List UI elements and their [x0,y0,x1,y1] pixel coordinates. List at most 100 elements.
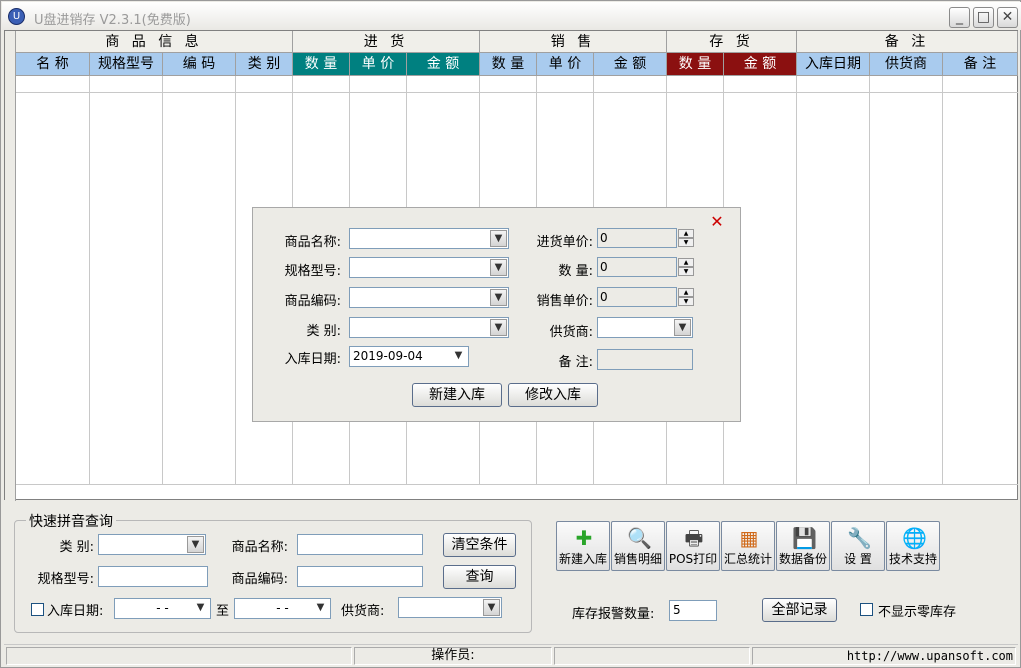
toolbar-button-1[interactable]: 🔍 销售明细 [611,521,665,571]
label-spec: 规格型号: [284,264,341,279]
chevron-down-icon[interactable]: ▼ [674,319,691,336]
q-label-supplier: 供货商: [341,604,385,619]
col-name[interactable]: 名 称 [16,53,90,76]
window-title: U盘进销存 V2.3.1(免费版) [34,13,191,28]
label-category: 类 别: [306,324,341,339]
spin-up-icon[interactable]: ▲ [678,258,694,267]
toolbar-button-2[interactable]: 🖶 POS打印 [666,521,720,571]
status-url[interactable]: http://www.upansoft.com [752,647,1016,665]
spin-up-icon[interactable]: ▲ [678,229,694,238]
spin-down-icon[interactable]: ▼ [678,267,694,276]
chevron-down-icon[interactable]: ▼ [483,599,500,616]
sale-price-spinner[interactable]: 0 ▲ ▼ [597,287,694,307]
chevron-down-icon[interactable]: ▼ [312,600,329,617]
main-window: U U盘进销存 V2.3.1(免费版) _ □ ✕ 商 品 信 息 进 货 销 … [0,0,1021,668]
q-category-combo[interactable]: ▼ [98,534,206,555]
col-sales-amount[interactable]: 金 额 [594,53,667,76]
search-button[interactable]: 查询 [443,565,516,589]
qty-spinner[interactable]: 0 ▲ ▼ [597,257,694,277]
wrench-icon: 🔧 [847,526,872,550]
q-label-date: 入库日期: [47,604,104,619]
quick-query-legend: 快速拼音查询 [26,511,116,531]
col-category[interactable]: 类 别 [236,53,293,76]
col-date[interactable]: 入库日期 [797,53,870,76]
label-in-price: 进货单价: [536,235,593,250]
group-header-remark: 备 注 [797,31,1018,53]
edit-stock-in-button[interactable]: 修改入库 [508,383,598,407]
q-label-category: 类 别: [59,540,94,555]
clear-conditions-button[interactable]: 清空条件 [443,533,516,557]
remark-field[interactable] [597,349,693,370]
toolbar-button-3[interactable]: ▦ 汇总统计 [721,521,775,571]
q-label-spec: 规格型号: [37,572,94,587]
toolbar-button-6[interactable]: 🌐 技术支持 [886,521,940,571]
category-combo[interactable]: ▼ [349,317,509,338]
q-code-input[interactable] [297,566,423,587]
supplier-combo[interactable]: ▼ [597,317,693,338]
chevron-down-icon[interactable]: ▼ [490,230,507,247]
q-date-to[interactable]: - - ▼ [234,598,331,619]
q-supplier-combo[interactable]: ▼ [398,597,502,618]
toolbar-label: 汇总统计 [723,552,772,566]
q-date-checkbox[interactable] [31,603,44,616]
col-remark[interactable]: 备 注 [943,53,1018,76]
label-qty: 数 量: [558,264,593,279]
spin-down-icon[interactable]: ▼ [678,297,694,306]
col-purchase-qty[interactable]: 数 量 [293,53,350,76]
status-bar: 操作员: http://www.upansoft.com [4,644,1018,666]
sale-price-value: 0 [600,290,608,304]
col-sales-price[interactable]: 单 价 [537,53,594,76]
col-stock-qty[interactable]: 数 量 [667,53,724,76]
calendar-icon: ▦ [739,526,759,550]
q-date-from[interactable]: - - ▼ [114,598,211,619]
minimize-button[interactable]: _ [949,7,970,28]
grid-column [163,76,236,484]
chevron-down-icon[interactable]: ▼ [490,289,507,306]
q-spec-input[interactable] [98,566,208,587]
spin-down-icon[interactable]: ▼ [678,238,694,247]
code-combo[interactable]: ▼ [349,287,509,308]
maximize-button[interactable]: □ [973,7,994,28]
date-picker[interactable]: 2019-09-04 ▼ [349,346,469,367]
spin-up-icon[interactable]: ▲ [678,288,694,297]
chevron-down-icon[interactable]: ▼ [490,259,507,276]
hide-zero-checkbox[interactable] [860,603,873,616]
close-button[interactable]: ✕ [997,7,1018,28]
group-header-sales: 销 售 [480,31,667,53]
col-spec[interactable]: 规格型号 [90,53,163,76]
label-supplier: 供货商: [549,325,593,340]
q-label-to: 至 [216,604,230,619]
label-product-name: 商品名称: [284,235,341,250]
col-code[interactable]: 编 码 [163,53,236,76]
col-purchase-price[interactable]: 单 价 [350,53,407,76]
chevron-down-icon[interactable]: ▼ [192,600,209,617]
col-purchase-amount[interactable]: 金 额 [407,53,480,76]
col-stock-amount[interactable]: 金 额 [724,53,797,76]
label-date: 入库日期: [284,352,341,367]
status-pane [554,647,750,665]
chevron-down-icon[interactable]: ▼ [450,348,467,365]
printer-icon: 🖶 [684,526,704,550]
hide-zero-label: 不显示零库存 [878,605,957,620]
alarm-qty-input[interactable]: 5 [669,600,717,621]
dialog-close-icon[interactable]: ✕ [709,214,725,231]
new-stock-in-button[interactable]: 新建入库 [412,383,502,407]
in-price-spinner[interactable]: 0 ▲ ▼ [597,228,694,248]
col-sales-qty[interactable]: 数 量 [480,53,537,76]
product-name-combo[interactable]: ▼ [349,228,509,249]
q-name-input[interactable] [297,534,423,555]
chevron-down-icon[interactable]: ▼ [187,536,204,553]
grid-column [797,76,870,484]
toolbar-button-4[interactable]: 💾 数据备份 [776,521,830,571]
label-sale-price: 销售单价: [536,294,593,309]
bottom-panel: 快速拼音查询 类 别: ▼ 商品名称: 清空条件 规格型号: 商品编码: 查询 … [4,504,1018,641]
toolbar-button-5[interactable]: 🔧 设 置 [831,521,885,571]
chevron-down-icon[interactable]: ▼ [490,319,507,336]
spec-combo[interactable]: ▼ [349,257,509,278]
col-supplier[interactable]: 供货商 [870,53,943,76]
magnifier-icon: 🔍 [627,526,652,550]
all-records-button[interactable]: 全部记录 [762,598,837,622]
label-code: 商品编码: [284,294,341,309]
group-header-purchase: 进 货 [293,31,480,53]
toolbar-button-0[interactable]: ✚ 新建入库 [556,521,610,571]
